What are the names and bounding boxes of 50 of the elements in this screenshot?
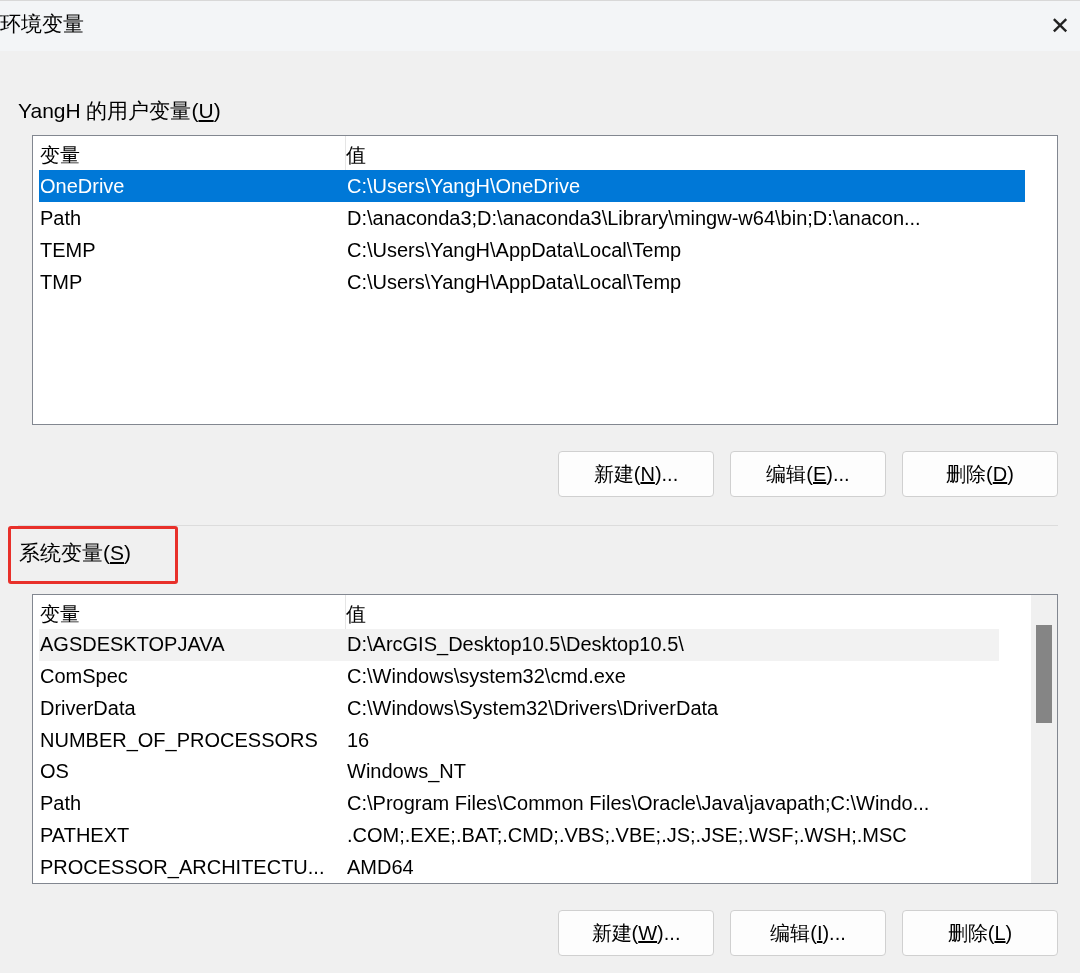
- variable-value: Windows_NT: [347, 760, 467, 784]
- list-row[interactable]: AGSDESKTOPJAVA D:\ArcGIS_Desktop10.5\Desktop10.5\: [39, 629, 999, 661]
- column-header[interactable]: 值: [346, 136, 1025, 170]
- section-title: 系统变量(S): [19, 541, 131, 564]
- variable-name: AGSDESKTOPJAVA: [39, 633, 226, 657]
- list-row[interactable]: NUMBER_OF_PROCESSORS 16: [39, 724, 999, 756]
- variable-name: ComSpec: [39, 665, 129, 689]
- variable-value: C:\Windows\System32\Drivers\DriverData: [347, 696, 720, 720]
- variable-value: D:\anaconda3;D:\anaconda3\Library\mingw-w64\bin;D:\anacon...: [347, 206, 922, 230]
- list-row[interactable]: Path D:\anaconda3;D:\anaconda3\Library\mingw-w64\bin;D:\anacon...: [39, 202, 1025, 234]
- section-title: YangH 的用户变量(U): [18, 98, 221, 124]
- variable-name: NUMBER_OF_PROCESSORS: [39, 728, 319, 752]
- variable-name: OneDrive: [39, 174, 126, 198]
- variable-name: PROCESSOR_ARCHITECTU...: [39, 855, 326, 879]
- variable-value: .COM;.EXE;.BAT;.CMD;.VBS;.VBE;.JS;.JSE;.WSF;.WSH;.MSC: [347, 823, 908, 847]
- dialog-button[interactable]: 删除(D): [902, 451, 1058, 497]
- list-row[interactable]: ComSpec C:\Windows\system32\cmd.exe: [39, 660, 999, 693]
- list-row[interactable]: TMP C:\Users\YangH\AppData\Local\Temp: [39, 266, 1025, 298]
- list-row[interactable]: OS Windows_NT: [39, 756, 999, 788]
- scrollbar[interactable]: [1031, 595, 1057, 883]
- dialog-button[interactable]: 编辑(I)...: [730, 910, 886, 956]
- variable-name: Path: [39, 792, 83, 816]
- dialog-button[interactable]: 新建(N)...: [558, 451, 714, 497]
- scrollbar-thumb[interactable]: [1036, 625, 1052, 723]
- dialog-button[interactable]: 删除(L): [902, 910, 1058, 956]
- variable-name: OS: [39, 760, 70, 784]
- variable-value: C:\Program Files\Common Files\Oracle\Java\javapath;C:\Windo...: [347, 792, 931, 816]
- variable-name: TMP: [39, 270, 84, 294]
- variable-value: C:\Users\YangH\AppData\Local\Temp: [347, 270, 683, 294]
- list-row[interactable]: OneDrive C:\Users\YangH\OneDrive: [39, 170, 1025, 202]
- variable-value: AMD64: [347, 855, 415, 879]
- window-title: 环境变量: [0, 11, 84, 37]
- variable-value: D:\ArcGIS_Desktop10.5\Desktop10.5\: [347, 633, 685, 657]
- variable-value: C:\Users\YangH\OneDrive: [347, 174, 582, 198]
- variable-value: C:\Users\YangH\AppData\Local\Temp: [347, 238, 683, 262]
- variable-value: C:\Windows\system32\cmd.exe: [347, 665, 627, 689]
- list-row[interactable]: TEMP C:\Users\YangH\AppData\Local\Temp: [39, 234, 1025, 266]
- list-row[interactable]: PROCESSOR_ARCHITECTU... AMD64: [39, 851, 999, 883]
- variable-name: DriverData: [39, 696, 137, 720]
- list-row[interactable]: PATHEXT .COM;.EXE;.BAT;.CMD;.VBS;.VBE;.JS;.JSE;.WSF;.WSH;.MSC: [39, 819, 999, 852]
- variable-name: PATHEXT: [39, 823, 131, 847]
- variable-name: Path: [39, 206, 83, 230]
- dialog-button[interactable]: 新建(W)...: [558, 910, 714, 956]
- variable-value: 16: [347, 728, 371, 752]
- variable-name: TEMP: [39, 238, 97, 262]
- dialog-button[interactable]: 编辑(E)...: [730, 451, 886, 497]
- close-button[interactable]: ✕: [1035, 12, 1080, 40]
- list-row[interactable]: Path C:\Program Files\Common Files\Oracle\Java\javapath;C:\Windo...: [39, 787, 999, 820]
- list-row[interactable]: DriverData C:\Windows\System32\Drivers\DriverData: [39, 692, 999, 725]
- column-header[interactable]: 值: [346, 595, 999, 629]
